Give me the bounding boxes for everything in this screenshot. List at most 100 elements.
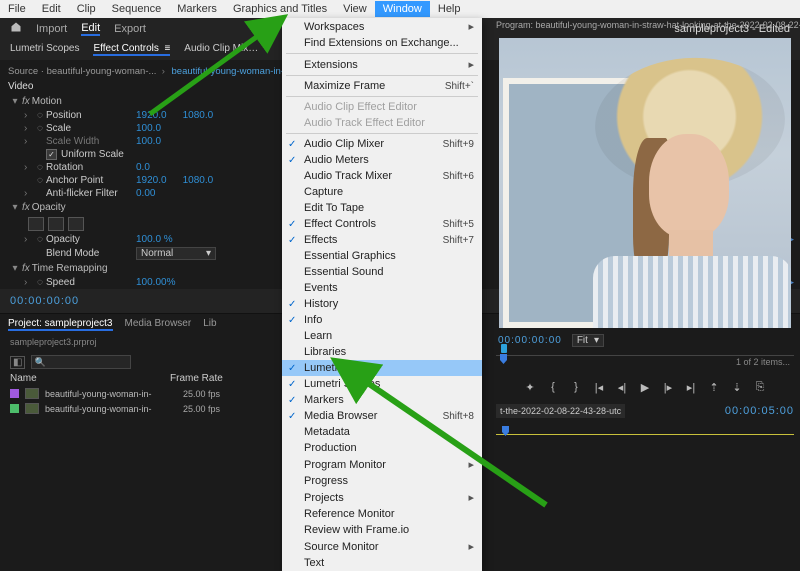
breadcrumb-clip[interactable]: beautiful-young-woman-in-st... <box>172 66 300 77</box>
menu-item-info[interactable]: ✓Info <box>282 312 482 328</box>
menu-item-audio-track-effect-editor: Audio Track Effect Editor <box>282 115 482 131</box>
menu-item-extensions[interactable]: Extensions▸ <box>282 56 482 73</box>
clip-thumb <box>25 403 39 414</box>
tab-media-browser[interactable]: Media Browser <box>125 318 192 331</box>
go-to-in-icon[interactable]: |◂ <box>592 381 607 394</box>
menu-item-maximize-frame[interactable]: Maximize FrameShift+` <box>282 78 482 94</box>
mark-out-icon[interactable]: } <box>569 381 584 394</box>
check-icon: ✓ <box>288 299 296 310</box>
menu-item-capture[interactable]: Capture <box>282 184 482 200</box>
menu-item-audio-clip-effect-editor: Audio Clip Effect Editor <box>282 99 482 115</box>
menu-help[interactable]: Help <box>430 1 469 17</box>
menu-item-audio-clip-mixer[interactable]: ✓Audio Clip MixerShift+9 <box>282 136 482 152</box>
label-swatch[interactable] <box>10 389 19 398</box>
program-playhead[interactable] <box>500 354 507 364</box>
menu-item-projects[interactable]: Projects▸ <box>282 489 482 506</box>
menu-view[interactable]: View <box>335 1 375 17</box>
stopwatch-icon[interactable]: ◌ <box>34 162 46 173</box>
mark-in-icon[interactable]: { <box>546 381 561 394</box>
menu-markers[interactable]: Markers <box>169 1 225 17</box>
menu-item-learn[interactable]: Learn <box>282 328 482 344</box>
menu-graphics-and-titles[interactable]: Graphics and Titles <box>225 1 335 17</box>
menu-item-media-browser[interactable]: ✓Media BrowserShift+8 <box>282 408 482 424</box>
window-menu: Workspaces▸Find Extensions on Exchange..… <box>282 18 482 571</box>
tab-export[interactable]: Export <box>114 23 146 35</box>
menu-item-essential-sound[interactable]: Essential Sound <box>282 264 482 280</box>
check-icon: ✓ <box>288 411 296 422</box>
play-icon[interactable]: ▶ <box>638 381 653 394</box>
menu-item-workspaces[interactable]: Workspaces▸ <box>282 18 482 35</box>
tab-lumetri-scopes[interactable]: Lumetri Scopes <box>10 43 79 56</box>
rect-mask-icon <box>48 217 64 231</box>
menu-clip[interactable]: Clip <box>69 1 104 17</box>
add-marker-icon[interactable]: ✦ <box>523 381 538 394</box>
menu-item-effect-controls[interactable]: ✓Effect ControlsShift+5 <box>282 216 482 232</box>
menu-item-reference-monitor[interactable]: Reference Monitor <box>282 506 482 522</box>
stopwatch-icon[interactable]: ◌ <box>34 234 46 245</box>
tab-audio-clip-mixer[interactable]: Audio Clip Mix… <box>184 43 258 56</box>
submenu-arrow-icon: ▸ <box>468 20 474 33</box>
tab-project[interactable]: Project: sampleproject3 <box>8 318 113 331</box>
stopwatch-icon[interactable]: ◌ <box>34 277 46 288</box>
menu-item-text[interactable]: Text <box>282 555 482 571</box>
stopwatch-icon[interactable]: ◌ <box>34 123 46 134</box>
menu-item-source-monitor[interactable]: Source Monitor▸ <box>282 538 482 555</box>
program-zoom-select[interactable]: Fit▾ <box>572 334 604 347</box>
export-frame-icon[interactable]: ⎘ <box>753 381 768 394</box>
program-timecode[interactable]: 00:00:00:00 <box>498 335 562 346</box>
menu-item-review-with-frame-io[interactable]: Review with Frame.io <box>282 522 482 538</box>
in-point-marker[interactable] <box>501 344 507 353</box>
menu-item-lumetri-scopes[interactable]: ✓Lumetri Scopes <box>282 376 482 392</box>
label-swatch[interactable] <box>10 404 19 413</box>
timeline[interactable] <box>496 424 794 482</box>
menu-item-progress[interactable]: Progress <box>282 473 482 489</box>
menu-window[interactable]: Window <box>375 1 430 17</box>
tab-import[interactable]: Import <box>36 23 67 35</box>
go-to-out-icon[interactable]: ▸| <box>684 381 699 394</box>
menu-item-production[interactable]: Production <box>282 440 482 456</box>
menu-sequence[interactable]: Sequence <box>104 1 170 17</box>
menu-item-markers[interactable]: ✓Markers <box>282 392 482 408</box>
timeline-timecode: 00:00:05:00 <box>725 405 794 417</box>
menu-item-find-extensions-on-exchange-[interactable]: Find Extensions on Exchange... <box>282 35 482 51</box>
menu-item-events[interactable]: Events <box>282 280 482 296</box>
menu-item-program-monitor[interactable]: Program Monitor▸ <box>282 456 482 473</box>
step-back-icon[interactable]: ◂| <box>615 381 630 394</box>
menu-item-effects[interactable]: ✓EffectsShift+7 <box>282 232 482 248</box>
submenu-arrow-icon: ▸ <box>468 58 474 71</box>
project-filename: sampleproject3.prproj <box>10 337 97 347</box>
menu-item-edit-to-tape[interactable]: Edit To Tape <box>282 200 482 216</box>
stopwatch-icon[interactable]: ◌ <box>34 175 46 186</box>
menu-item-metadata[interactable]: Metadata <box>282 424 482 440</box>
menu-item-audio-track-mixer[interactable]: Audio Track MixerShift+6 <box>282 168 482 184</box>
menu-file[interactable]: File <box>0 1 34 17</box>
blend-mode-select[interactable]: Normal▾ <box>136 247 216 260</box>
menu-edit[interactable]: Edit <box>34 1 69 17</box>
submenu-arrow-icon: ▸ <box>468 491 474 504</box>
pen-mask-icon <box>68 217 84 231</box>
lift-icon[interactable]: ⇡ <box>707 381 722 394</box>
check-icon: ✓ <box>288 379 296 390</box>
stopwatch-icon[interactable]: ◌ <box>34 110 46 121</box>
sequence-tab[interactable]: t-the-2022-02-08-22-43-28-utc <box>496 404 625 418</box>
extract-icon[interactable]: ⇣ <box>730 381 745 394</box>
uniform-scale-checkbox[interactable]: ✓ <box>46 149 57 160</box>
menu-item-history[interactable]: ✓History <box>282 296 482 312</box>
bin-icon[interactable]: ◧ <box>10 356 25 369</box>
menu-item-libraries[interactable]: Libraries <box>282 344 482 360</box>
project-search[interactable]: 🔍 <box>31 355 131 369</box>
ellipse-mask-icon <box>28 217 44 231</box>
tab-edit[interactable]: Edit <box>81 22 100 36</box>
program-monitor[interactable] <box>499 38 791 328</box>
menu-item-lumetri-color[interactable]: ✓Lumetri Color <box>282 360 482 376</box>
step-fwd-icon[interactable]: |▸ <box>661 381 676 394</box>
check-icon: ✓ <box>288 219 296 230</box>
tab-libraries[interactable]: Lib <box>203 318 216 331</box>
check-icon: ✓ <box>288 155 296 166</box>
menu-item-essential-graphics[interactable]: Essential Graphics <box>282 248 482 264</box>
tab-effect-controls[interactable]: Effect Controls ≡ <box>93 43 170 56</box>
program-timeline[interactable] <box>496 355 794 377</box>
home-icon[interactable] <box>10 21 22 36</box>
menu-item-audio-meters[interactable]: ✓Audio Meters <box>282 152 482 168</box>
check-icon: ✓ <box>288 235 296 246</box>
